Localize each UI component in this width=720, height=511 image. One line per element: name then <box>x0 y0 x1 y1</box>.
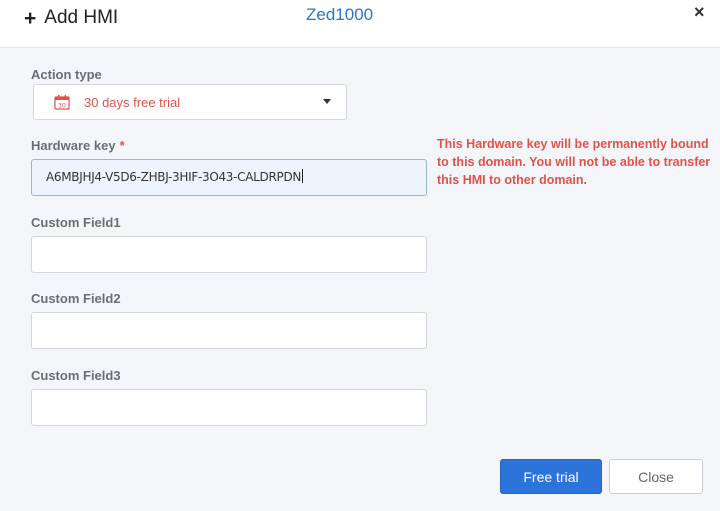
domain-name: Zed1000 <box>306 5 374 24</box>
dialog-header: + Add HMI Zed1000 × <box>0 0 720 48</box>
warning-line: this HMI to other domain. <box>437 173 587 187</box>
warning-line: This Hardware key will be permanently bo… <box>437 137 709 151</box>
add-hmi-dialog: + Add HMI Zed1000 × Action type 30 30 da… <box>0 0 720 511</box>
action-type-label: Action type <box>31 67 102 82</box>
action-type-select[interactable]: 30 30 days free trial <box>33 84 347 120</box>
plus-icon: + <box>24 6 37 30</box>
close-icon[interactable]: × <box>694 2 705 23</box>
action-type-value: 30 days free trial <box>84 94 181 110</box>
hardware-key-label-text: Hardware key <box>31 138 116 153</box>
custom-field1-input[interactable] <box>31 236 427 273</box>
custom-field3-label: Custom Field3 <box>31 368 121 383</box>
custom-field1-label: Custom Field1 <box>31 215 121 230</box>
caret-down-icon <box>323 99 331 104</box>
hardware-key-text: A6MBJHJ4-V5D6-ZHBJ-3HIF-3O43-CALDRPDN <box>46 170 302 184</box>
close-button[interactable]: Close <box>609 459 703 494</box>
custom-field2-input[interactable] <box>31 312 427 349</box>
svg-text:30: 30 <box>58 102 66 109</box>
custom-field2-label: Custom Field2 <box>31 291 121 306</box>
calendar-icon: 30 <box>54 94 70 110</box>
text-cursor <box>302 169 304 183</box>
hardware-key-value: A6MBJHJ4-V5D6-ZHBJ-3HIF-3O43-CALDRPDN <box>46 169 304 184</box>
free-trial-button[interactable]: Free trial <box>500 459 602 494</box>
warning-line: to this domain. You will not be able to … <box>437 155 711 169</box>
hardware-key-label: Hardware key * <box>31 138 125 153</box>
dialog-title-text: Add HMI <box>44 7 119 28</box>
custom-field3-input[interactable] <box>31 389 427 426</box>
dialog-title: + Add HMI <box>24 7 118 29</box>
hardware-key-warning: This Hardware key will be permanently bo… <box>437 135 720 189</box>
required-mark: * <box>119 138 125 153</box>
